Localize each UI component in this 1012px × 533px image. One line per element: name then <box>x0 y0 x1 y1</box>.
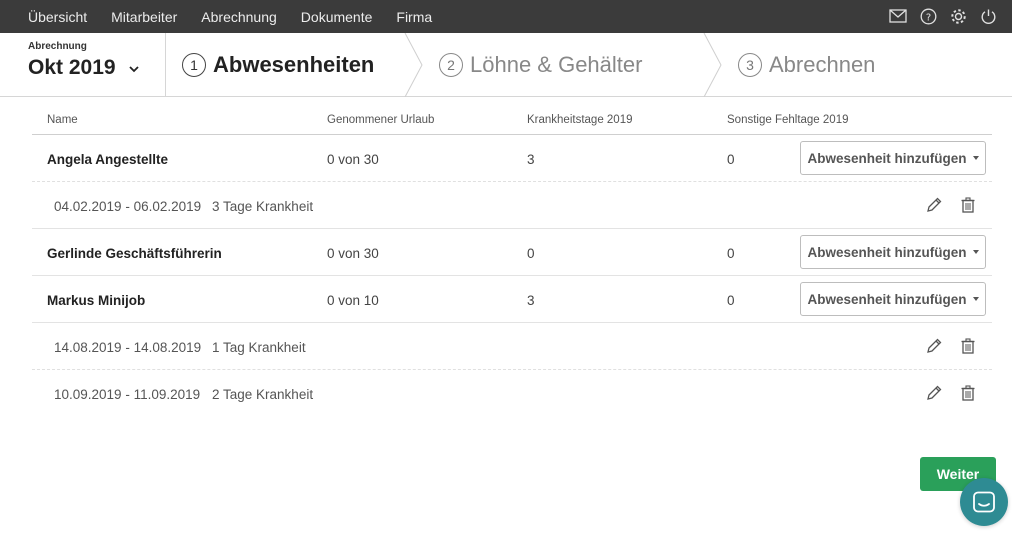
step-number: 2 <box>439 53 463 77</box>
nav-icons: ? <box>888 6 998 26</box>
trash-icon[interactable] <box>958 383 978 403</box>
caret-down-icon <box>972 156 979 160</box>
step-number: 3 <box>738 53 762 77</box>
trash-icon[interactable] <box>958 195 978 215</box>
nav-item-firma[interactable]: Firma <box>396 9 432 25</box>
sonst-value: 0 <box>727 152 735 167</box>
chat-launcher-button[interactable] <box>960 478 1008 526</box>
employee-name: Gerlinde Geschäftsführerin <box>47 246 222 261</box>
pencil-icon[interactable] <box>924 336 944 356</box>
pencil-icon[interactable] <box>924 383 944 403</box>
period-selector[interactable]: Abrechnung Okt 2019 <box>0 33 166 97</box>
top-navigation: Übersicht Mitarbeiter Abrechnung Dokumen… <box>0 0 1012 33</box>
step-label: Löhne & Gehälter <box>470 52 643 77</box>
chevron-down-icon <box>129 66 139 73</box>
add-absence-button[interactable]: Abwesenheit hinzufügen <box>800 235 986 269</box>
add-absence-label: Abwesenheit hinzufügen <box>807 244 967 260</box>
employee-row: Angela Angestellte 0 von 30 3 0 Abwesenh… <box>32 135 992 182</box>
wizard-steps: 1 Abwesenheiten 2 Löhne & Gehälter 3 Abr… <box>166 33 1012 97</box>
step-number: 1 <box>182 53 206 77</box>
step-label: Abrechnen <box>769 52 876 77</box>
absence-desc: 1 Tag Krankheit <box>212 340 306 355</box>
urlaub-value: 0 von 30 <box>327 246 379 261</box>
absence-desc: 2 Tage Krankheit <box>212 387 314 402</box>
power-icon[interactable] <box>978 6 998 26</box>
absence-row: 10.09.2019 - 11.09.2019 2 Tage Krankheit <box>32 370 992 417</box>
trash-icon[interactable] <box>958 336 978 356</box>
mail-icon[interactable] <box>888 6 908 26</box>
period-value: Okt 2019 <box>28 56 116 79</box>
pencil-icon[interactable] <box>924 195 944 215</box>
nav-item-dokumente[interactable]: Dokumente <box>301 9 373 25</box>
employee-name: Angela Angestellte <box>47 152 169 167</box>
period-label: Abrechnung <box>28 41 87 52</box>
header-sonst: Sonstige Fehltage 2019 <box>727 114 849 126</box>
employee-row: Markus Minijob 0 von 10 3 0 Abwesenheit … <box>32 276 992 323</box>
header-krank: Krankheitstage 2019 <box>527 114 633 126</box>
absence-date: 04.02.2019 - 06.02.2019 <box>54 199 202 214</box>
add-absence-label: Abwesenheit hinzufügen <box>807 291 967 307</box>
absence-desc: 3 Tage Krankheit <box>212 199 314 214</box>
nav-item-abrechnung[interactable]: Abrechnung <box>201 9 277 25</box>
urlaub-value: 0 von 10 <box>327 293 379 308</box>
step-separator-icon <box>703 33 722 97</box>
nav-item-uebersicht[interactable]: Übersicht <box>28 9 87 25</box>
absence-row: 04.02.2019 - 06.02.2019 3 Tage Krankheit <box>32 182 992 229</box>
sonst-value: 0 <box>727 293 735 308</box>
svg-text:?: ? <box>925 12 930 23</box>
krank-value: 3 <box>527 293 535 308</box>
step-abrechnen[interactable]: 3 Abrechnen <box>738 33 875 97</box>
urlaub-value: 0 von 30 <box>327 152 379 167</box>
step-bar: Abrechnung Okt 2019 1 Abwesenheiten 2 Lö… <box>0 33 1012 97</box>
employee-row: Gerlinde Geschäftsführerin 0 von 30 0 0 … <box>32 229 992 276</box>
add-absence-button[interactable]: Abwesenheit hinzufügen <box>800 282 986 316</box>
caret-down-icon <box>972 250 979 254</box>
sonst-value: 0 <box>727 246 735 261</box>
step-abwesenheiten[interactable]: 1 Abwesenheiten <box>182 33 374 97</box>
krank-value: 3 <box>527 152 535 167</box>
caret-down-icon <box>972 297 979 301</box>
add-absence-label: Abwesenheit hinzufügen <box>807 150 967 166</box>
header-name: Name <box>47 114 78 126</box>
gear-icon[interactable] <box>948 6 968 26</box>
step-separator-icon <box>404 33 423 97</box>
table-header: Name Genommener Urlaub Krankheitstage 20… <box>32 97 992 135</box>
absence-table: Name Genommener Urlaub Krankheitstage 20… <box>32 97 992 417</box>
absence-date: 10.09.2019 - 11.09.2019 <box>54 387 201 402</box>
krank-value: 0 <box>527 246 535 261</box>
add-absence-button[interactable]: Abwesenheit hinzufügen <box>800 141 986 175</box>
step-loehne-gehaelter[interactable]: 2 Löhne & Gehälter <box>439 33 642 97</box>
employee-name: Markus Minijob <box>47 293 146 308</box>
header-urlaub: Genommener Urlaub <box>327 114 435 126</box>
step-label: Abwesenheiten <box>213 52 375 77</box>
chat-icon <box>973 491 995 513</box>
help-icon[interactable]: ? <box>918 6 938 26</box>
absence-date: 14.08.2019 - 14.08.2019 <box>54 340 202 355</box>
absence-row: 14.08.2019 - 14.08.2019 1 Tag Krankheit <box>32 323 992 370</box>
nav-item-mitarbeiter[interactable]: Mitarbeiter <box>111 9 177 25</box>
